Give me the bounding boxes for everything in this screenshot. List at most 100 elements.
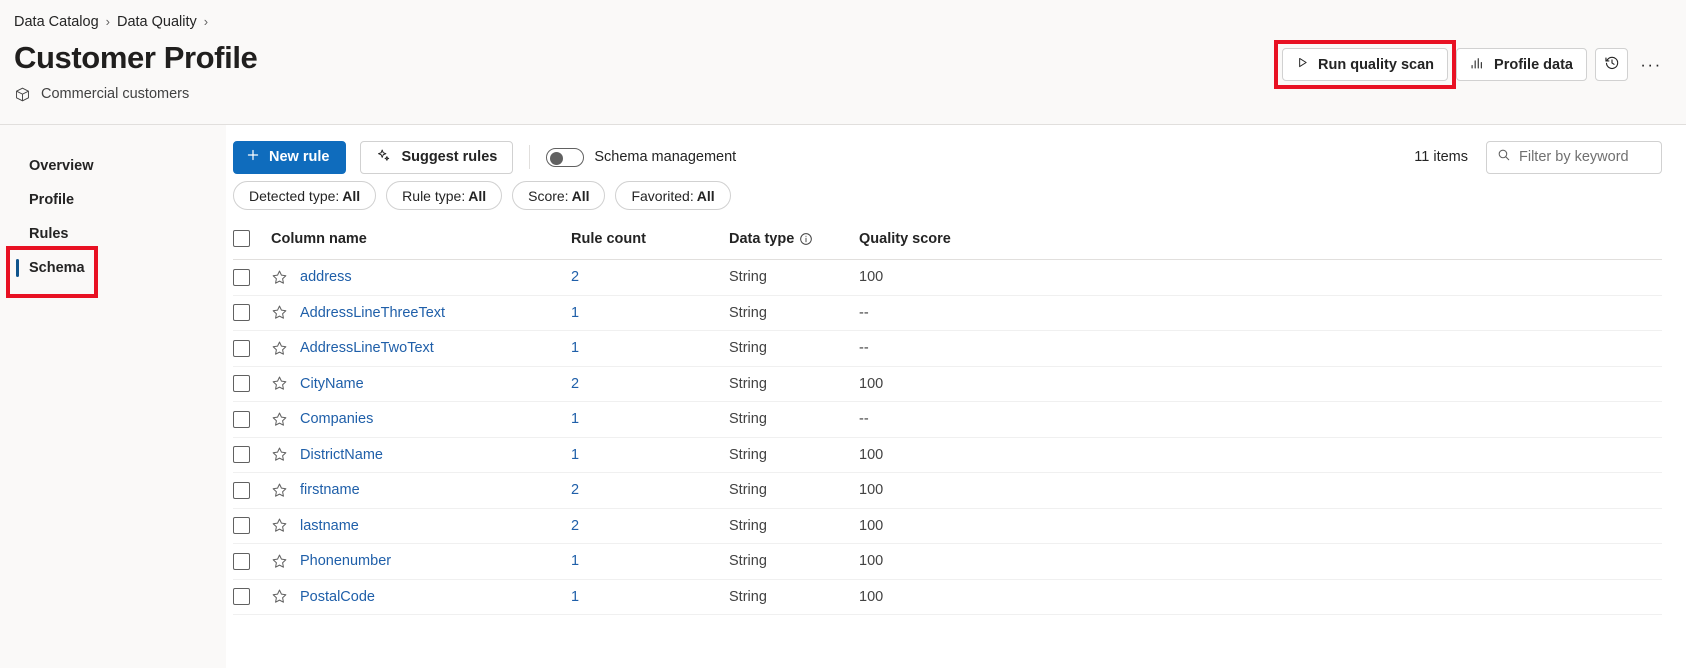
row-checkbox[interactable] xyxy=(233,552,250,570)
column-name-link[interactable]: AddressLineTwoText xyxy=(300,340,434,356)
sidebar-item-overview[interactable]: Overview xyxy=(0,149,226,183)
scan-history-button[interactable] xyxy=(1595,48,1628,81)
search-input[interactable] xyxy=(1519,149,1651,165)
row-checkbox[interactable] xyxy=(233,517,250,535)
filter-pill-score[interactable]: Score: All xyxy=(512,181,606,210)
column-name-link[interactable]: Companies xyxy=(300,411,373,427)
filter-pill-label: Rule type: xyxy=(402,187,466,204)
column-header-column-name[interactable]: Column name xyxy=(271,224,571,260)
run-quality-scan-label: Run quality scan xyxy=(1318,56,1435,73)
data-type-cell: String xyxy=(729,543,859,580)
column-name-link[interactable]: lastname xyxy=(300,518,359,534)
favorite-star-icon[interactable] xyxy=(271,304,288,321)
rule-count-link[interactable]: 1 xyxy=(571,589,579,605)
new-rule-button[interactable]: New rule xyxy=(233,140,347,174)
breadcrumb-separator-icon-2: › xyxy=(203,13,209,29)
favorite-star-icon[interactable] xyxy=(271,411,288,428)
breadcrumb-item-data-catalog[interactable]: Data Catalog xyxy=(14,14,99,30)
row-checkbox[interactable] xyxy=(233,410,250,428)
table-row[interactable]: Companies 1 String -- xyxy=(233,401,1662,438)
run-quality-scan-button[interactable]: Run quality scan xyxy=(1282,48,1449,81)
table-row[interactable]: lastname 2 String 100 xyxy=(233,508,1662,544)
filter-pill-rule-type[interactable]: Rule type: All xyxy=(386,181,503,210)
search-icon xyxy=(1497,148,1511,167)
filter-search-box[interactable] xyxy=(1486,140,1662,174)
favorite-star-icon[interactable] xyxy=(271,553,288,570)
filter-pill-favorited[interactable]: Favorited: All xyxy=(615,181,731,210)
favorite-star-icon[interactable] xyxy=(271,269,288,286)
schema-management-toggle-group[interactable]: Schema management xyxy=(546,147,736,167)
column-name-link[interactable]: CityName xyxy=(300,376,364,392)
table-header-row: Column name Rule count Data type Quality… xyxy=(233,224,1662,260)
table-row[interactable]: AddressLineTwoText 1 String -- xyxy=(233,330,1662,367)
row-checkbox[interactable] xyxy=(233,588,250,606)
schema-management-toggle[interactable] xyxy=(546,147,585,167)
column-name-link[interactable]: PostalCode xyxy=(300,589,375,605)
rule-count-cell: 1 xyxy=(571,330,729,367)
action-bar-divider xyxy=(529,145,531,169)
column-name-link[interactable]: AddressLineThreeText xyxy=(300,305,445,321)
table-row[interactable]: DistrictName 1 String 100 xyxy=(233,437,1662,473)
run-quality-scan-highlight: Run quality scan xyxy=(1273,40,1457,89)
rule-count-cell: 2 xyxy=(571,259,729,296)
table-row[interactable]: CityName 2 String 100 xyxy=(233,366,1662,402)
filter-pill-detected-type[interactable]: Detected type: All xyxy=(233,181,377,210)
sidebar-item-profile[interactable]: Profile xyxy=(0,183,226,217)
table-row[interactable]: firstname 2 String 100 xyxy=(233,472,1662,509)
profile-data-button[interactable]: Profile data xyxy=(1456,48,1587,81)
column-header-rule-count[interactable]: Rule count xyxy=(571,224,729,260)
column-header-data-type[interactable]: Data type xyxy=(729,224,859,260)
favorite-star-icon[interactable] xyxy=(271,340,288,357)
data-type-cell: String xyxy=(729,579,859,615)
quality-score-cell: 100 xyxy=(859,437,1662,473)
rule-count-link[interactable]: 1 xyxy=(571,553,579,569)
row-select-cell xyxy=(233,259,271,296)
breadcrumb-item-data-quality[interactable]: Data Quality xyxy=(117,14,197,30)
rule-count-link[interactable]: 1 xyxy=(571,305,579,321)
breadcrumb-separator-icon: › xyxy=(105,13,110,29)
favorite-star-icon[interactable] xyxy=(271,375,288,392)
plus-icon xyxy=(246,148,260,166)
rule-count-link[interactable]: 2 xyxy=(571,269,579,285)
sidebar-item-schema[interactable]: Schema xyxy=(0,251,226,285)
column-name-cell: DistrictName xyxy=(271,437,571,473)
rule-count-cell: 1 xyxy=(571,543,729,580)
suggest-rules-button[interactable]: Suggest rules xyxy=(360,140,514,174)
row-checkbox[interactable] xyxy=(233,339,250,357)
column-name-link[interactable]: Phonenumber xyxy=(300,553,391,569)
favorite-star-icon[interactable] xyxy=(271,446,288,463)
column-name-link[interactable]: firstname xyxy=(300,482,360,498)
rule-count-link[interactable]: 2 xyxy=(571,482,579,498)
rule-count-link[interactable]: 2 xyxy=(571,376,579,392)
table-row[interactable]: Phonenumber 1 String 100 xyxy=(233,543,1662,580)
rule-count-cell: 2 xyxy=(571,366,729,402)
column-name-cell: PostalCode xyxy=(271,579,571,615)
favorite-star-icon[interactable] xyxy=(271,588,288,605)
column-header-quality-score[interactable]: Quality score xyxy=(859,224,1662,260)
info-icon[interactable] xyxy=(799,232,813,246)
row-checkbox[interactable] xyxy=(233,304,250,322)
row-checkbox[interactable] xyxy=(233,268,250,286)
table-row[interactable]: AddressLineThreeText 1 String -- xyxy=(233,295,1662,331)
quality-score-value: 100 xyxy=(859,553,884,570)
rule-count-link[interactable]: 2 xyxy=(571,518,579,534)
rule-count-link[interactable]: 1 xyxy=(571,340,579,356)
rule-count-link[interactable]: 1 xyxy=(571,411,579,427)
table-row[interactable]: PostalCode 1 String 100 xyxy=(233,579,1662,615)
row-checkbox[interactable] xyxy=(233,446,250,464)
more-options-button[interactable]: ··· xyxy=(1636,48,1666,81)
filter-pill-value: All xyxy=(342,187,361,204)
sidebar-item-rules[interactable]: Rules xyxy=(0,217,226,251)
select-all-checkbox[interactable] xyxy=(233,230,250,247)
row-checkbox[interactable] xyxy=(233,375,250,393)
column-name-link[interactable]: address xyxy=(300,269,352,285)
table-row[interactable]: address 2 String 100 xyxy=(233,259,1662,296)
row-checkbox[interactable] xyxy=(233,481,250,499)
row-select-cell xyxy=(233,295,271,331)
column-name-link[interactable]: DistrictName xyxy=(300,447,383,463)
row-select-cell xyxy=(233,508,271,544)
rule-count-link[interactable]: 1 xyxy=(571,447,579,463)
favorite-star-icon[interactable] xyxy=(271,517,288,534)
sidebar-schema-highlight: Schema xyxy=(0,246,226,298)
favorite-star-icon[interactable] xyxy=(271,482,288,499)
